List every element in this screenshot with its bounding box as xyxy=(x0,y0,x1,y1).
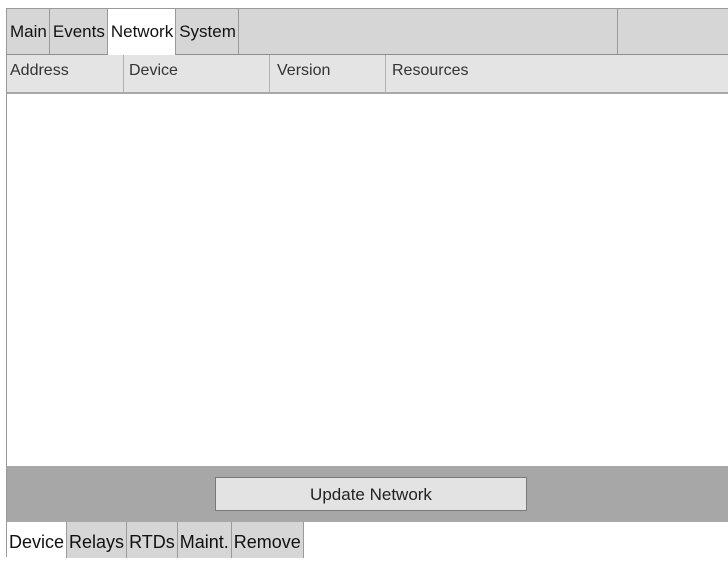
column-header-version[interactable]: Version xyxy=(270,55,386,92)
network-panel: Main Events Network System Address Devic… xyxy=(6,8,728,558)
tab-remove[interactable]: Remove xyxy=(231,522,304,558)
tab-events[interactable]: Events xyxy=(49,9,108,54)
tab-main[interactable]: Main xyxy=(7,9,50,54)
column-header-resources[interactable]: Resources xyxy=(386,55,728,92)
device-list[interactable] xyxy=(7,94,728,466)
action-bar: Update Network xyxy=(7,466,728,522)
column-header-device[interactable]: Device xyxy=(124,55,270,92)
bottom-tab-bar: Device Relays RTDs Maint. Remove xyxy=(7,522,728,558)
tab-network[interactable]: Network xyxy=(107,9,177,55)
tab-device[interactable]: Device xyxy=(7,522,68,558)
tab-relays[interactable]: Relays xyxy=(67,522,128,558)
tab-bar-filler xyxy=(239,9,618,54)
device-list-header: Address Device Version Resources xyxy=(7,55,728,94)
tab-rtds[interactable]: RTDs xyxy=(127,522,178,558)
top-tab-bar: Main Events Network System xyxy=(7,9,728,55)
column-header-address[interactable]: Address xyxy=(7,55,124,92)
tab-maint[interactable]: Maint. xyxy=(177,522,232,558)
tab-system[interactable]: System xyxy=(176,9,239,54)
update-network-button[interactable]: Update Network xyxy=(215,477,527,511)
tab-bar-end xyxy=(618,9,728,54)
